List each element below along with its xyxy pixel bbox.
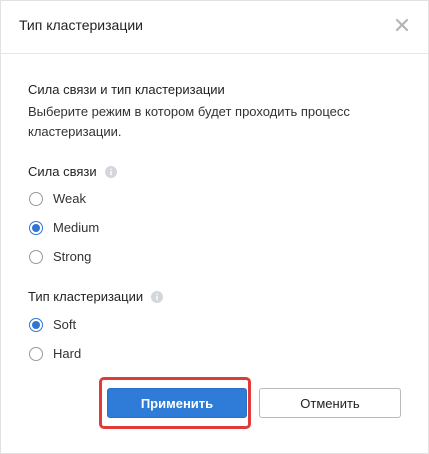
info-icon[interactable]: [104, 165, 117, 178]
radio-label-medium: Medium: [53, 220, 100, 235]
radio-medium[interactable]: Medium: [29, 220, 99, 235]
radio-button-checked[interactable]: [29, 317, 43, 332]
radio-label-soft: Soft: [53, 317, 77, 332]
radio-soft[interactable]: Soft: [29, 317, 76, 332]
radio-strong[interactable]: Strong: [29, 249, 91, 264]
apply-button[interactable]: Применить: [107, 388, 247, 418]
info-icon[interactable]: [151, 290, 164, 303]
radio-label-strong: Strong: [53, 249, 92, 264]
radio-hard[interactable]: Hard: [29, 346, 81, 361]
section-title: Сила связи и тип кластеризации: [28, 82, 225, 97]
strength-label: Сила связи: [28, 164, 97, 179]
clustering-dialog: Тип кластеризации Сила связи и тип класт…: [0, 0, 429, 454]
section-description: Выберите режим в котором будет проходить…: [28, 104, 350, 139]
cancel-button[interactable]: Отменить: [259, 388, 401, 418]
dialog-header: Тип кластеризации: [1, 1, 428, 54]
dialog-title: Тип кластеризации: [19, 17, 143, 33]
radio-label-weak: Weak: [53, 191, 86, 206]
radio-button[interactable]: [29, 191, 43, 206]
radio-weak[interactable]: Weak: [29, 191, 86, 206]
clustering-type-group-label: Тип кластеризации: [28, 289, 164, 304]
radio-button[interactable]: [29, 249, 43, 264]
radio-label-hard: Hard: [53, 346, 82, 361]
radio-button[interactable]: [29, 346, 43, 361]
clustering-type-label: Тип кластеризации: [28, 289, 144, 304]
close-icon[interactable]: [392, 15, 412, 35]
strength-group-label: Сила связи: [28, 164, 117, 179]
radio-button-checked[interactable]: [29, 220, 43, 235]
